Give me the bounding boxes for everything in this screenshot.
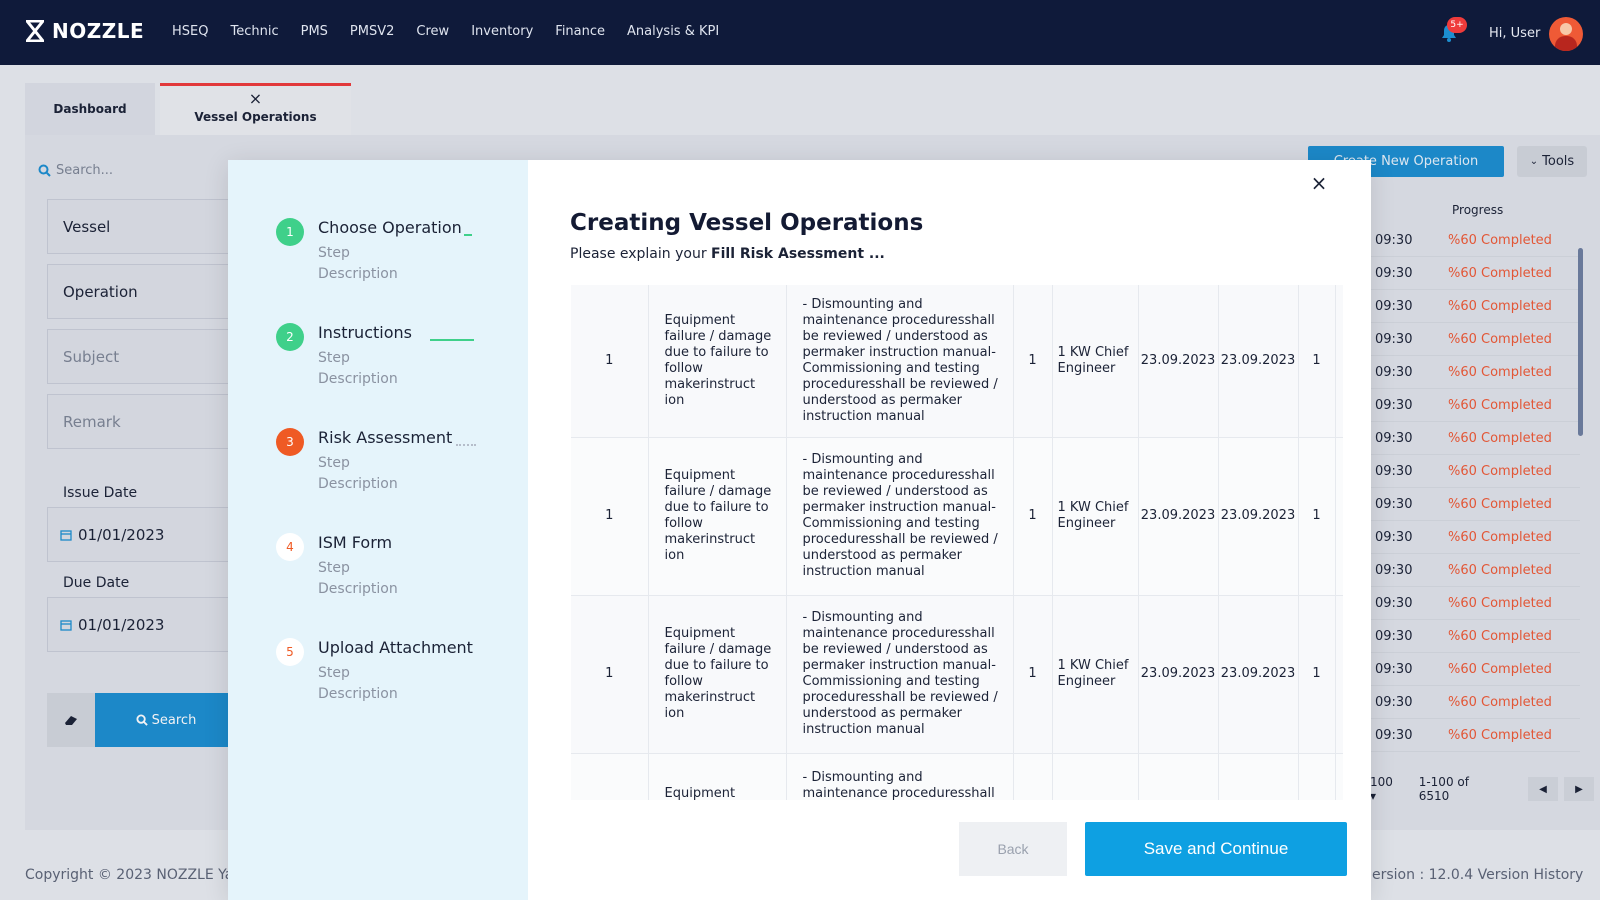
step-number: 1 [276, 218, 304, 246]
step-connector [464, 234, 472, 236]
cell-responsible: 1 KW Chief Engineer [1052, 595, 1139, 754]
cell-spacer [1335, 285, 1343, 438]
nozzle-logo-icon [26, 20, 44, 42]
save-button-label: Save and Continue [1143, 839, 1289, 858]
cell-status: 1 [1298, 285, 1336, 438]
step-description: Step Description [318, 350, 398, 387]
create-vessel-operation-modal: 1 Choose Operation Step Description 2 Ins… [228, 160, 1371, 900]
cell-hazard: Equipment failure / damage due to failur… [648, 595, 787, 754]
close-icon[interactable]: × [1310, 173, 1328, 193]
step-number: 4 [276, 533, 304, 561]
user-greeting[interactable]: Hi, User [1489, 26, 1540, 41]
cell-start-date: 23.09.2023 [1138, 437, 1219, 596]
main-nav: HSEQ Technic PMS PMSV2 Crew Inventory Fi… [172, 24, 741, 39]
cell-severity: 1 [1013, 437, 1053, 596]
cell-index: 1 [571, 285, 649, 438]
brand-name: NOZZLE [52, 19, 145, 43]
modal-title: Creating Vessel Operations [570, 210, 924, 236]
cell-start-date: 23.09.2023 [1138, 285, 1219, 438]
cell-spacer [1335, 753, 1343, 800]
nav-item-analysis-kpi[interactable]: Analysis & KPI [627, 24, 719, 39]
modal-subtitle: Please explain your Fill Risk Asessment … [570, 246, 885, 262]
cell-control-measure: - Dismounting and maintenance procedures… [786, 437, 1014, 596]
step-title: Choose Operation [318, 218, 462, 237]
nav-item-finance[interactable]: Finance [555, 24, 605, 39]
step-title: Risk Assessment [318, 428, 453, 447]
back-button-label: Back [997, 841, 1029, 857]
nav-item-inventory[interactable]: Inventory [471, 24, 533, 39]
cell-index: 1 [571, 595, 649, 754]
cell-control-measure: - Dismounting and maintenance procedures… [786, 285, 1014, 438]
step-description: Step Description [318, 245, 398, 282]
step-description: Step Description [318, 560, 398, 597]
save-and-continue-button[interactable]: Save and Continue [1085, 822, 1347, 876]
cell-start-date [1138, 753, 1219, 800]
cell-hazard: Equipment [648, 753, 787, 800]
cell-end-date: 23.09.2023 [1218, 285, 1299, 438]
table-row[interactable]: 1 Equipment failure / damage due to failu… [571, 437, 1343, 596]
step-title: Upload Attachment [318, 638, 473, 657]
cell-responsible: 1 KW Chief Engineer [1052, 437, 1139, 596]
cell-control-measure: - Dismounting and maintenance procedures… [786, 753, 1014, 800]
wizard-steps: 1 Choose Operation Step Description 2 Ins… [228, 160, 528, 900]
table-row[interactable]: Equipment - Dismounting and maintenance p… [571, 753, 1343, 800]
cell-index [571, 753, 649, 800]
back-button[interactable]: Back [959, 822, 1067, 876]
cell-end-date [1218, 753, 1299, 800]
nav-item-crew[interactable]: Crew [416, 24, 449, 39]
nav-item-pms[interactable]: PMS [301, 24, 328, 39]
cell-control-measure: - Dismounting and maintenance procedures… [786, 595, 1014, 754]
cell-responsible: 1 KW Chief Engineer [1052, 285, 1139, 438]
cell-end-date: 23.09.2023 [1218, 437, 1299, 596]
step-description: Step Description [318, 665, 398, 702]
cell-status: 1 [1298, 437, 1336, 596]
cell-severity [1013, 753, 1053, 800]
cell-end-date: 23.09.2023 [1218, 595, 1299, 754]
cell-hazard: Equipment failure / damage due to failur… [648, 437, 787, 596]
cell-start-date: 23.09.2023 [1138, 595, 1219, 754]
nav-item-hseq[interactable]: HSEQ [172, 24, 208, 39]
cell-index: 1 [571, 437, 649, 596]
cell-spacer [1335, 595, 1343, 754]
step-title: Instructions [318, 323, 412, 342]
table-row[interactable]: 1 Equipment failure / damage due to failu… [571, 285, 1343, 438]
cell-status: 1 [1298, 595, 1336, 754]
top-navbar: NOZZLE HSEQ Technic PMS PMSV2 Crew Inven… [0, 0, 1600, 65]
nav-item-technic[interactable]: Technic [230, 24, 278, 39]
step-number: 2 [276, 323, 304, 351]
step-number: 3 [276, 428, 304, 456]
notification-badge: 5+ [1447, 17, 1467, 33]
risk-assessment-table: 1 Equipment failure / damage due to failu… [571, 285, 1343, 800]
step-connector [430, 339, 474, 341]
step-description: Step Description [318, 455, 398, 492]
step-title: ISM Form [318, 533, 393, 552]
cell-severity: 1 [1013, 595, 1053, 754]
cell-responsible [1052, 753, 1139, 800]
table-row[interactable]: 1 Equipment failure / damage due to failu… [571, 595, 1343, 754]
nav-item-pmsv2[interactable]: PMSV2 [350, 24, 394, 39]
avatar[interactable] [1549, 17, 1583, 51]
brand-logo[interactable]: NOZZLE [26, 19, 144, 43]
cell-hazard: Equipment failure / damage due to failur… [648, 285, 787, 438]
cell-spacer [1335, 437, 1343, 596]
cell-status [1298, 753, 1336, 800]
step-number: 5 [276, 638, 304, 666]
cell-severity: 1 [1013, 285, 1053, 438]
step-connector [456, 444, 476, 446]
